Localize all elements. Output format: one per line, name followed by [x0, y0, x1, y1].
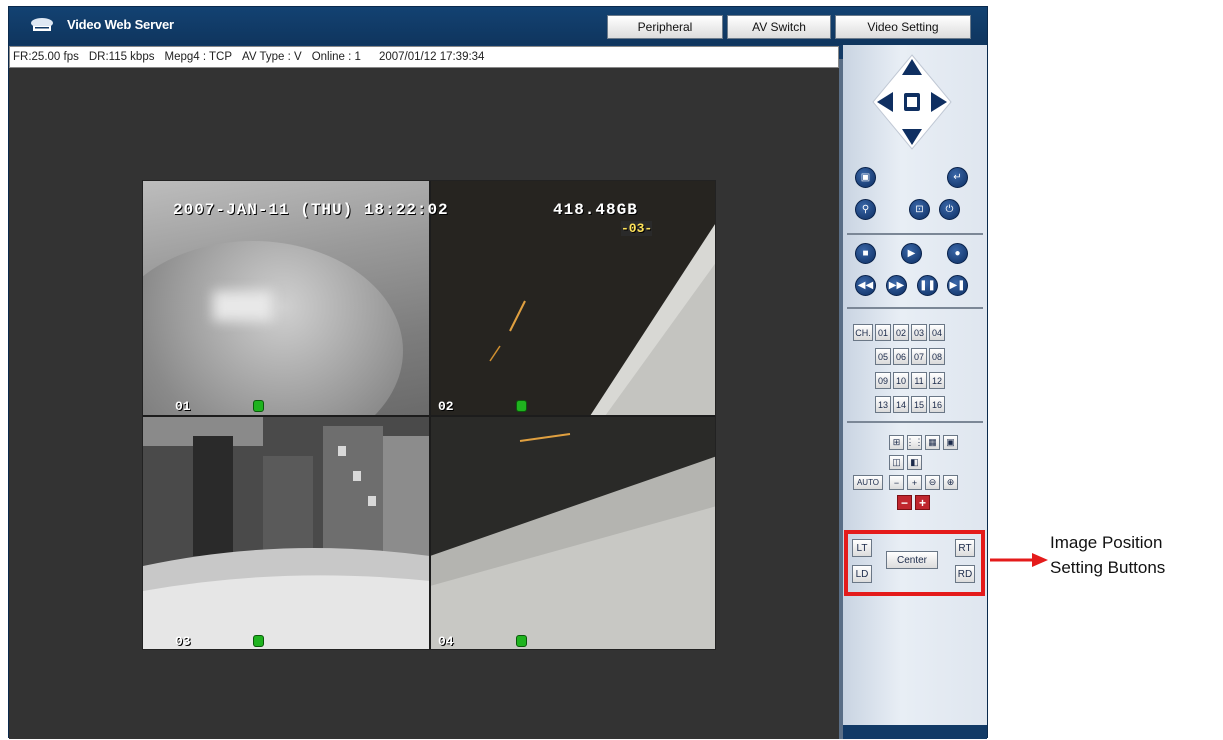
camera-view-3[interactable]: 03: [143, 416, 430, 649]
app-window: Video Web Server Peripheral AV Switch Vi…: [8, 6, 988, 739]
channel-button-09[interactable]: 09: [875, 372, 891, 389]
stop-icon[interactable]: ■: [855, 243, 876, 264]
channel-button-01[interactable]: 01: [875, 324, 891, 341]
zoom-minus-icon[interactable]: −: [889, 475, 904, 490]
channel-button-11[interactable]: 11: [911, 372, 927, 389]
position-center-button[interactable]: Center: [886, 551, 938, 569]
quad-divider-horizontal: [143, 415, 715, 417]
title-bar: Video Web Server Peripheral AV Switch Vi…: [9, 7, 987, 45]
image-position-buttons-group: LT LD Center RT RD: [844, 530, 985, 596]
online-count: Online : 1: [311, 51, 361, 63]
record-icon[interactable]: ●: [947, 243, 968, 264]
annotation-line-2: Setting Buttons: [1050, 558, 1166, 577]
control-panel: ▣ ↵ ⚲ ⊡ ⏻ ■ ▶ ● ◀◀ ▶▶ ❚❚ ▶❚ CH. 01 02 03…: [843, 45, 987, 739]
camera-3-scene: [143, 416, 430, 649]
osd-counter-sub: -03-: [621, 221, 653, 236]
power-icon[interactable]: ⏻: [939, 199, 960, 220]
app-title: Video Web Server: [67, 17, 174, 32]
position-lt-button[interactable]: LT: [852, 539, 872, 557]
channel-label-4: 04: [438, 634, 454, 649]
layout-pip-icon[interactable]: ◫: [889, 455, 904, 470]
fast-forward-icon[interactable]: ▶▶: [886, 275, 907, 296]
return-icon[interactable]: ↵: [947, 167, 968, 188]
layout-full-icon[interactable]: ▣: [943, 435, 958, 450]
channel-button-08[interactable]: 08: [929, 348, 945, 365]
zoom-out-icon[interactable]: ⊖: [925, 475, 940, 490]
quad-video-display[interactable]: 01 02 03 04 2007-JAN-11 (THU) 18:22:02 4…: [142, 180, 716, 650]
server-logo-icon: [31, 18, 53, 31]
decrease-icon[interactable]: −: [897, 495, 912, 510]
ptz-dpad[interactable]: [871, 53, 953, 151]
position-ld-button[interactable]: LD: [852, 565, 872, 583]
channel-button-10[interactable]: 10: [893, 372, 909, 389]
peripheral-button[interactable]: Peripheral: [607, 15, 723, 39]
channel-label-2: 02: [438, 399, 454, 414]
camera-view-4[interactable]: 04: [430, 416, 715, 649]
channel-button-16[interactable]: 16: [929, 396, 945, 413]
osd-timestamp: 2007-JAN-11 (THU) 18:22:02: [173, 201, 449, 219]
layout-9-icon[interactable]: ⋮⋮: [906, 435, 924, 450]
channel-button-03[interactable]: 03: [911, 324, 927, 341]
status-bar: FR:25.00 fps DR:115 kbps Mepg4 : TCP AV …: [9, 46, 839, 68]
channel-label-1: 01: [175, 399, 191, 414]
video-viewport[interactable]: 01 02 03 04 2007-JAN-11 (THU) 18:22:02 4…: [9, 68, 839, 739]
play-icon[interactable]: ▶: [901, 243, 922, 264]
osd-storage-counter: 418.48GB: [553, 201, 638, 219]
layout-16-icon[interactable]: ▦: [925, 435, 940, 450]
layout-pop-icon[interactable]: ◧: [907, 455, 922, 470]
av-type: AV Type : V: [242, 51, 302, 63]
divider: [847, 421, 983, 423]
camera-status-indicator: [516, 400, 527, 412]
channel-button-13[interactable]: 13: [875, 396, 891, 413]
annotation-line-1: Image Position: [1050, 533, 1163, 552]
pause-icon[interactable]: ❚❚: [917, 275, 938, 296]
position-rd-button[interactable]: RD: [955, 565, 975, 583]
video-setting-button[interactable]: Video Setting: [835, 15, 971, 39]
channel-button-14[interactable]: 14: [893, 396, 909, 413]
position-rt-button[interactable]: RT: [955, 539, 975, 557]
ch-label-button[interactable]: CH.: [853, 324, 873, 341]
channel-button-06[interactable]: 06: [893, 348, 909, 365]
step-icon[interactable]: ▶❚: [947, 275, 968, 296]
av-switch-button[interactable]: AV Switch: [727, 15, 831, 39]
channel-button-07[interactable]: 07: [911, 348, 927, 365]
divider: [847, 307, 983, 309]
annotation-label: Image Position Setting Buttons: [1050, 530, 1165, 580]
search-icon[interactable]: ⚲: [855, 199, 876, 220]
zoom-in-icon[interactable]: ⊕: [943, 475, 958, 490]
channel-button-04[interactable]: 04: [929, 324, 945, 341]
zoom-view-icon[interactable]: ⊡: [909, 199, 930, 220]
status-datetime: 2007/01/12 17:39:34: [378, 51, 485, 63]
channel-button-12[interactable]: 12: [929, 372, 945, 389]
data-rate: DR:115 kbps: [88, 51, 155, 63]
codec-info: Mepg4 : TCP: [164, 51, 233, 63]
channel-button-05[interactable]: 05: [875, 348, 891, 365]
annotation-arrow-icon: [990, 553, 1048, 567]
divider: [847, 233, 983, 235]
camera-status-indicator: [516, 635, 527, 647]
layout-quad-icon[interactable]: ⊞: [889, 435, 904, 450]
rewind-icon[interactable]: ◀◀: [855, 275, 876, 296]
frame-rate: FR:25.00 fps: [13, 51, 79, 63]
channel-label-3: 03: [175, 634, 191, 649]
camera-status-indicator: [253, 635, 264, 647]
snapshot-icon[interactable]: ▣: [855, 167, 876, 188]
camera-4-scene: [430, 433, 715, 649]
auto-button[interactable]: AUTO: [853, 475, 883, 490]
zoom-plus-icon[interactable]: +: [907, 475, 922, 490]
sidebar-bottom-strip: [843, 725, 987, 739]
channel-button-02[interactable]: 02: [893, 324, 909, 341]
increase-icon[interactable]: +: [915, 495, 930, 510]
camera-status-indicator: [253, 400, 264, 412]
channel-button-15[interactable]: 15: [911, 396, 927, 413]
